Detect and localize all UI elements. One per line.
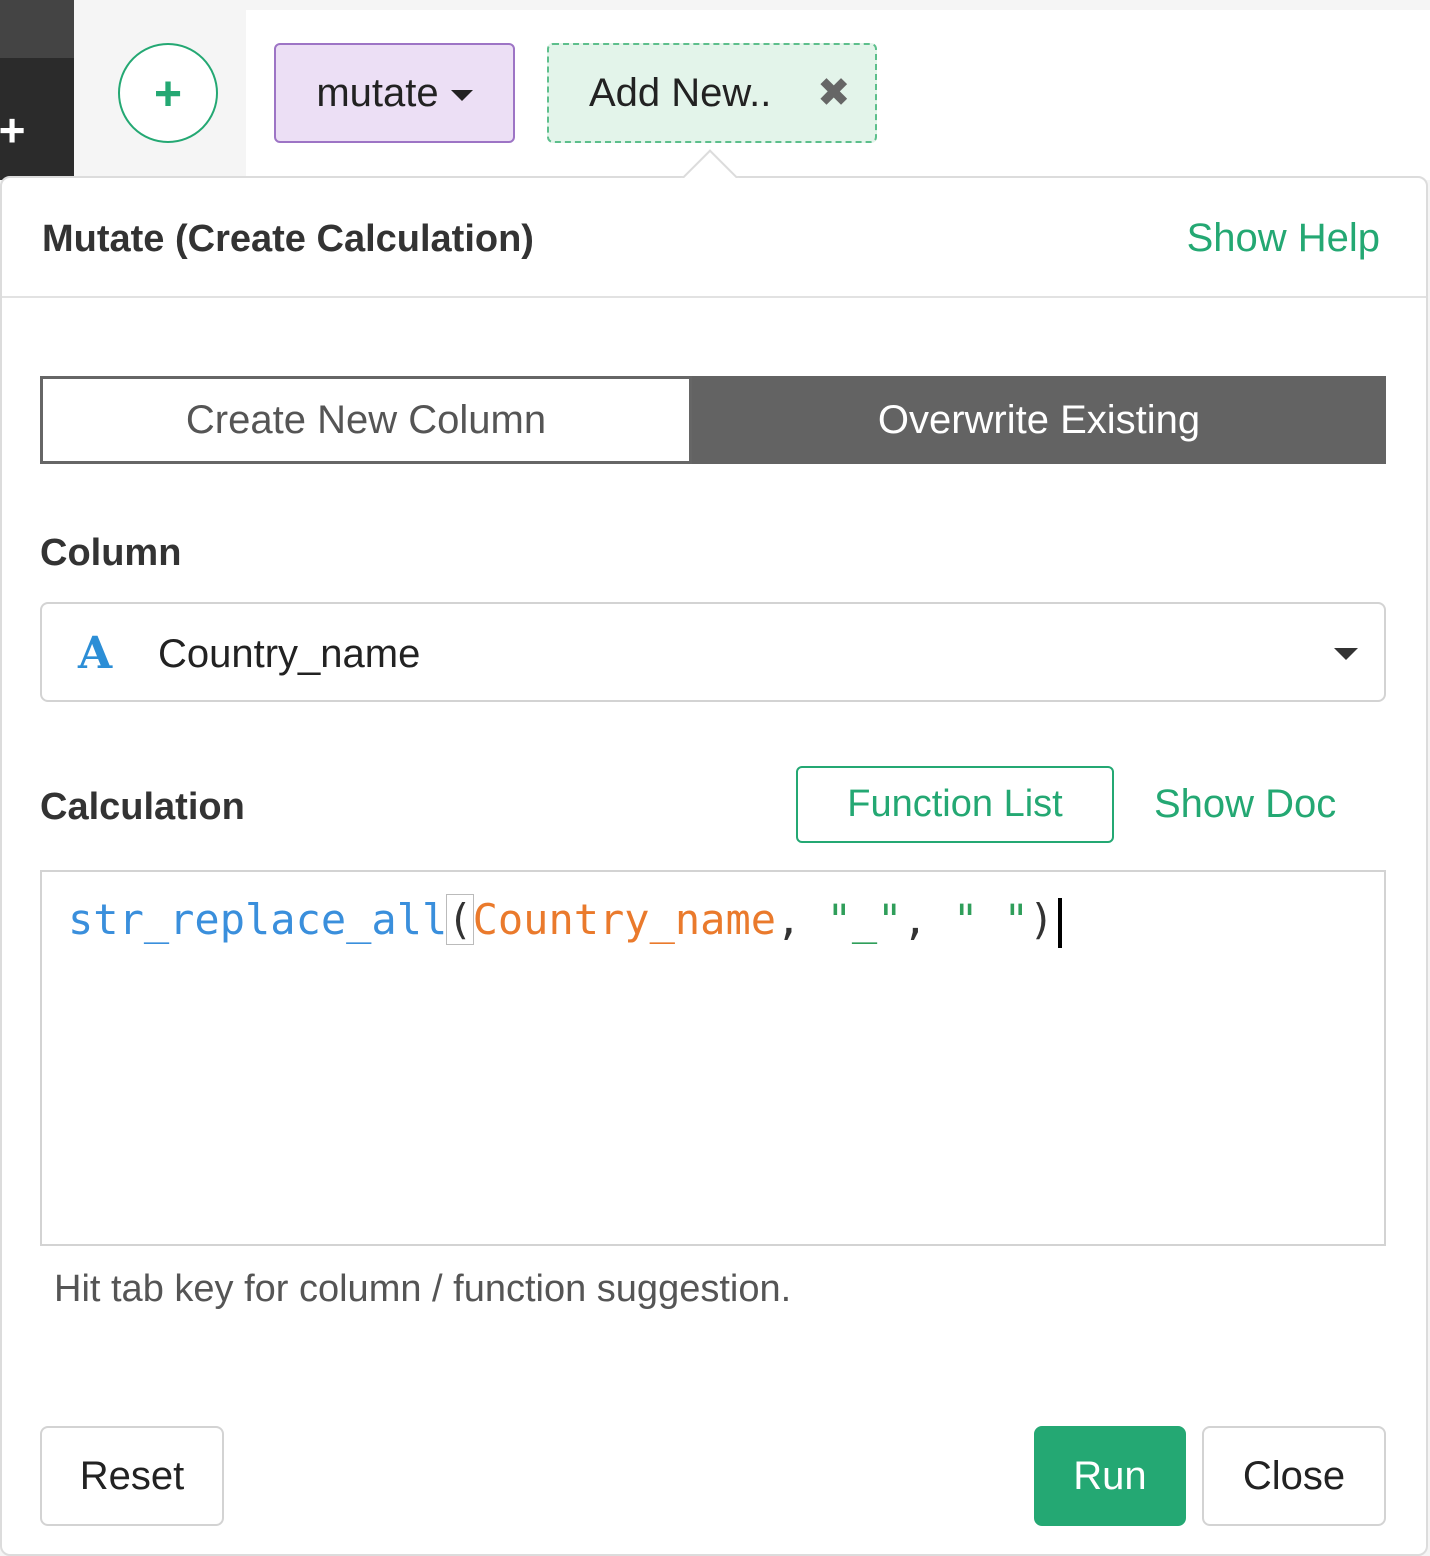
separator-token: ,: [776, 895, 827, 944]
column-select[interactable]: A Country_name: [40, 602, 1386, 702]
mode-create-new-column[interactable]: Create New Column: [40, 376, 692, 464]
chevron-down-icon[interactable]: [1334, 648, 1358, 660]
divider: [2, 296, 1426, 298]
left-sidebar-strip: +: [0, 0, 74, 180]
popover-pointer: [680, 146, 740, 178]
string-token: "_": [826, 895, 903, 944]
run-button[interactable]: Run: [1034, 1426, 1186, 1526]
show-help-link[interactable]: Show Help: [1187, 216, 1380, 261]
column-label: Column: [40, 532, 182, 574]
show-doc-link[interactable]: Show Doc: [1154, 782, 1336, 827]
dialog-title: Mutate (Create Calculation): [42, 218, 534, 260]
string-token: " ": [953, 895, 1029, 944]
open-paren-token: (: [446, 894, 474, 945]
plus-icon: +: [153, 68, 183, 121]
step-label: Add New..: [589, 70, 772, 115]
character-type-icon: A: [78, 628, 113, 679]
column-token: Country_name: [472, 895, 777, 944]
close-paren-token: ): [1028, 895, 1055, 944]
step-mutate[interactable]: mutate: [274, 43, 515, 143]
calculation-editor[interactable]: str_replace_all(Country_name, "_", " "): [40, 870, 1386, 1246]
function-token: str_replace_all: [68, 895, 448, 944]
mode-toggle: Create New Column Overwrite Existing: [40, 376, 1386, 464]
plus-icon[interactable]: +: [0, 107, 30, 153]
mode-overwrite-existing[interactable]: Overwrite Existing: [692, 376, 1386, 464]
left-strip-header: [0, 0, 74, 58]
column-select-value: Country_name: [158, 632, 421, 676]
close-button[interactable]: Close: [1202, 1426, 1386, 1526]
close-icon[interactable]: ✖: [817, 70, 851, 116]
function-list-button[interactable]: Function List: [796, 766, 1114, 843]
code-line: str_replace_all(Country_name, "_", " "): [68, 894, 1063, 948]
add-step-button[interactable]: +: [118, 43, 218, 143]
caret-down-icon[interactable]: [450, 89, 473, 101]
step-label: mutate: [316, 70, 439, 115]
calculation-label: Calculation: [40, 786, 245, 828]
mutate-dialog: Mutate (Create Calculation) Show Help Cr…: [0, 176, 1428, 1556]
editor-hint: Hit tab key for column / function sugges…: [54, 1268, 792, 1310]
text-cursor: [1058, 897, 1063, 948]
separator-token: ,: [902, 895, 954, 944]
step-add-new[interactable]: Add New.. ✖: [547, 43, 877, 143]
reset-button[interactable]: Reset: [40, 1426, 224, 1526]
